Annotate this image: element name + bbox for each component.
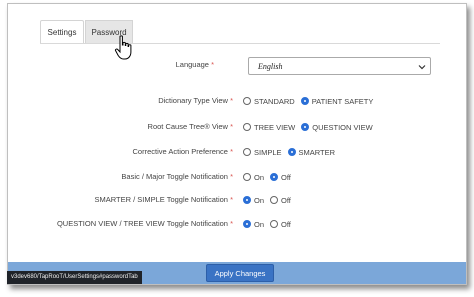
radio-button[interactable] (270, 196, 279, 204)
setting-row-root-cause-tree: Root Cause Tree® View * TREE VIEW QUESTI… (8, 121, 468, 133)
radio-option[interactable]: STANDARD (243, 97, 295, 106)
radio-button[interactable] (243, 220, 251, 228)
radio-option[interactable]: TREE VIEW (243, 123, 295, 132)
language-select[interactable]: English (248, 57, 431, 75)
setting-row-smarter-simple-toggle: SMARTER / SIMPLE Toggle Notification * O… (8, 194, 468, 206)
radio-option[interactable]: On (243, 220, 264, 229)
setting-label: Dictionary Type View * (158, 96, 233, 105)
radio-option[interactable]: SMARTER (287, 148, 335, 157)
radio-button[interactable] (270, 220, 279, 228)
setting-row-dictionary-type: Dictionary Type View * STANDARD PATIENT … (8, 95, 468, 107)
setting-label: Corrective Action Preference * (132, 147, 233, 156)
setting-label: QUESTION VIEW / TREE VIEW Toggle Notific… (56, 219, 233, 228)
radio-group: TREE VIEW QUESTION VIEW (243, 121, 379, 133)
setting-label: Basic / Major Toggle Notification * (121, 172, 233, 181)
apply-changes-button[interactable]: Apply Changes (206, 264, 274, 282)
radio-option[interactable]: On (243, 173, 264, 182)
tab-settings[interactable]: Settings (40, 20, 84, 44)
radio-button[interactable] (243, 173, 251, 181)
radio-option[interactable]: QUESTION VIEW (301, 123, 373, 132)
radio-button[interactable] (301, 123, 310, 131)
radio-button[interactable] (243, 123, 251, 131)
tab-divider (40, 43, 440, 44)
status-bar-url: v3dev680/TapRooT/UserSettings#passwordTa… (7, 271, 142, 284)
radio-button[interactable] (270, 173, 279, 181)
settings-window: Settings Password Language * English Dic… (7, 3, 467, 285)
chevron-down-icon (418, 65, 426, 70)
radio-button[interactable] (243, 97, 251, 105)
setting-row-basic-major-toggle: Basic / Major Toggle Notification * On O… (8, 171, 468, 183)
setting-label: SMARTER / SIMPLE Toggle Notification * (94, 195, 233, 204)
radio-group: On Off (243, 218, 297, 230)
radio-button[interactable] (300, 97, 309, 105)
radio-group: SIMPLE SMARTER (243, 146, 341, 158)
language-select-value: English (258, 62, 283, 71)
radio-option[interactable]: SIMPLE (243, 148, 282, 157)
setting-row-corrective-action: Corrective Action Preference * SIMPLE SM… (8, 146, 468, 158)
radio-option[interactable]: Off (270, 196, 291, 205)
radio-group: On Off (243, 194, 297, 206)
radio-option[interactable]: PATIENT SAFETY (300, 97, 373, 106)
setting-row-question-tree-toggle: QUESTION VIEW / TREE VIEW Toggle Notific… (8, 218, 468, 230)
radio-option[interactable]: On (243, 196, 264, 205)
radio-group: STANDARD PATIENT SAFETY (243, 95, 379, 107)
radio-option[interactable]: Off (270, 220, 291, 229)
radio-button[interactable] (243, 148, 251, 156)
hand-cursor-icon (114, 35, 132, 60)
radio-button[interactable] (243, 196, 251, 204)
setting-label: Root Cause Tree® View * (147, 122, 233, 131)
radio-button[interactable] (287, 148, 296, 156)
radio-group: On Off (243, 171, 297, 183)
required-marker: * (211, 60, 214, 69)
radio-option[interactable]: Off (270, 173, 291, 182)
language-label: Language * (175, 60, 214, 69)
